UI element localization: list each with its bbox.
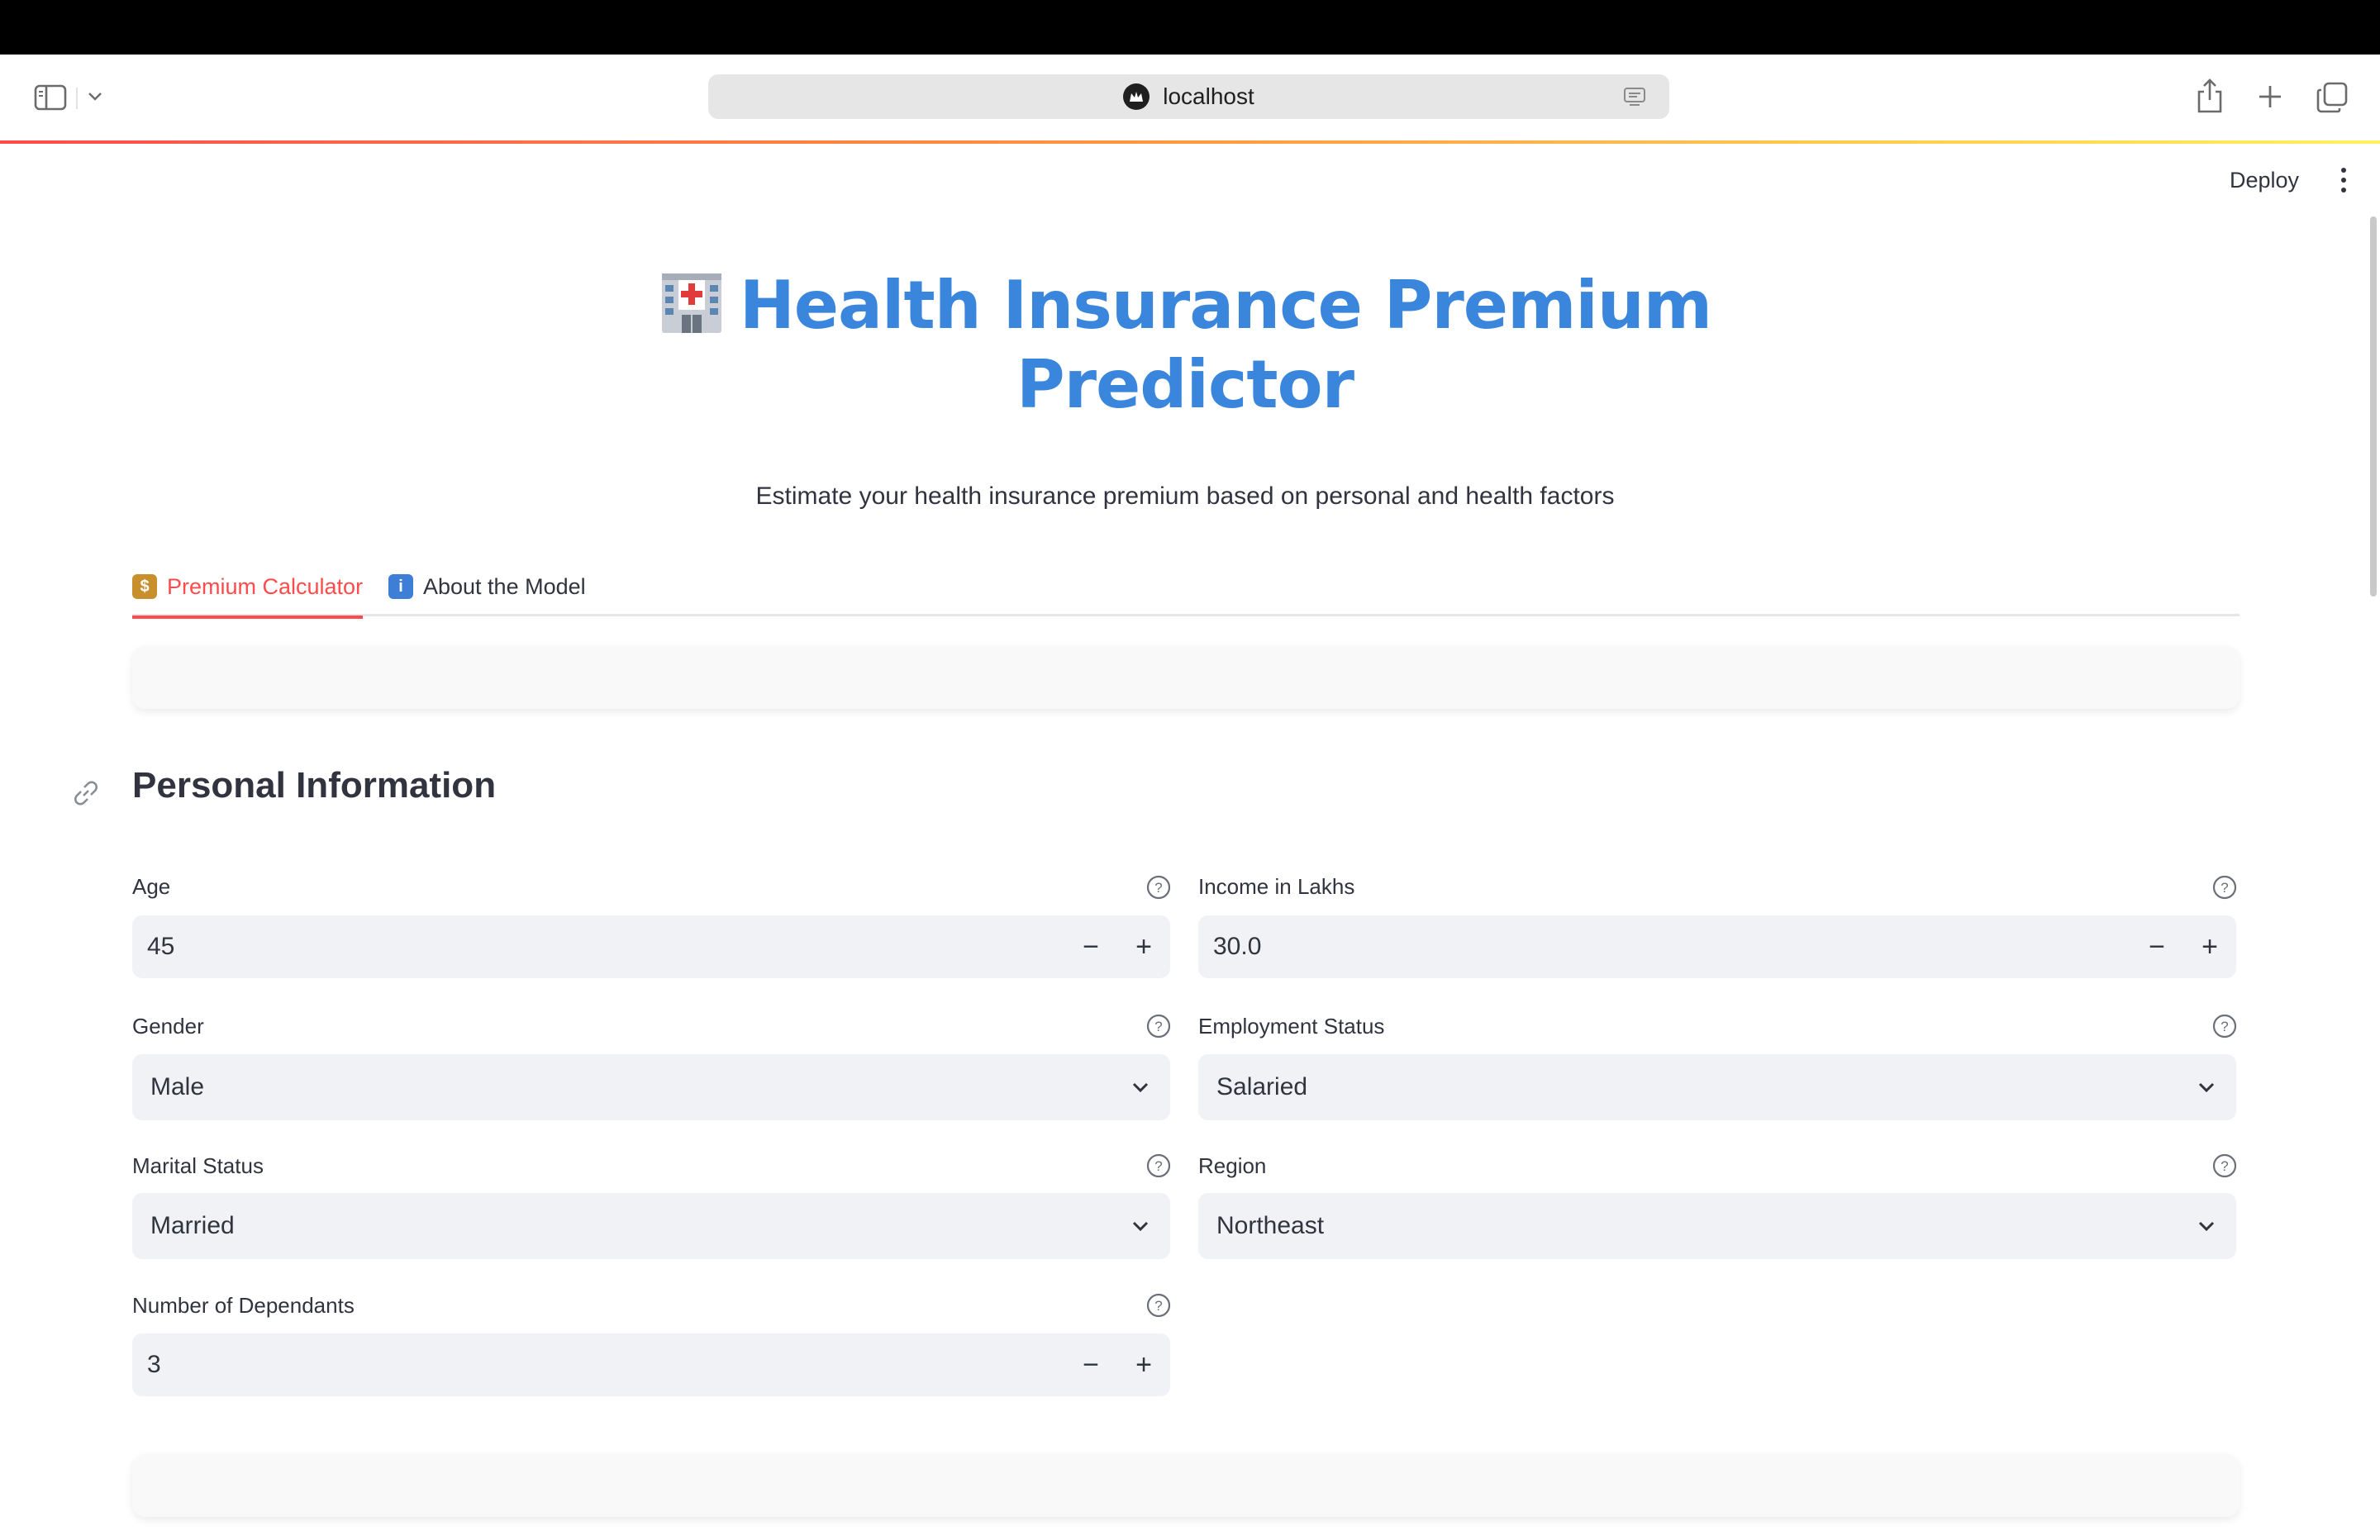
dependants-number-input[interactable]: 3 − + [132, 1333, 1170, 1396]
dependants-increment-button[interactable]: + [1117, 1333, 1170, 1396]
svg-text:?: ? [1154, 880, 1162, 896]
page-title: Health Insurance Premium Predictor [496, 266, 1874, 425]
income-value[interactable]: 30.0 [1198, 933, 2130, 961]
main-menu-icon[interactable] [2330, 164, 2357, 197]
tab-label: Premium Calculator [167, 573, 364, 599]
svg-text:?: ? [1154, 1298, 1162, 1314]
employment-select[interactable]: Salaried [1198, 1054, 2236, 1120]
address-bar[interactable]: localhost [708, 74, 1669, 119]
help-icon[interactable]: ? [1145, 1013, 1172, 1039]
dependants-value[interactable]: 3 [132, 1351, 1064, 1379]
chevron-down-icon [2198, 1082, 2215, 1093]
marital-select[interactable]: Married [132, 1193, 1170, 1259]
container-card [132, 646, 2240, 709]
region-label: Region [1198, 1153, 1267, 1178]
income-decrement-button[interactable]: − [2130, 915, 2183, 978]
gender-selected-value: Male [150, 1073, 205, 1100]
help-icon[interactable]: ? [1145, 874, 1172, 901]
anchor-link-icon[interactable] [69, 777, 102, 810]
info-icon: i [388, 574, 413, 599]
sidebar-toggle-icon[interactable] [33, 83, 68, 112]
window-top-bar [0, 0, 2380, 55]
help-icon[interactable]: ? [2211, 874, 2238, 901]
help-icon[interactable]: ? [2211, 1153, 2238, 1179]
svg-text:?: ? [1154, 1019, 1162, 1034]
site-favicon-icon [1123, 83, 1150, 110]
hospital-icon [661, 273, 721, 333]
url-text: localhost [1163, 83, 1254, 109]
dependants-decrement-button[interactable]: − [1064, 1333, 1117, 1396]
help-icon[interactable]: ? [1145, 1292, 1172, 1319]
tab-label: About the Model [423, 573, 586, 599]
employment-label: Employment Status [1198, 1014, 1385, 1039]
age-decrement-button[interactable]: − [1064, 915, 1117, 978]
gender-label: Gender [132, 1014, 204, 1039]
tab-overview-icon[interactable] [2316, 81, 2349, 114]
reader-mode-icon[interactable] [1623, 87, 1646, 107]
marital-label: Marital Status [132, 1153, 264, 1178]
money-bag-icon: $ [132, 574, 157, 599]
income-label: Income in Lakhs [1198, 874, 1355, 899]
page-subtitle: Estimate your health insurance premium b… [755, 482, 1615, 510]
section-heading-personal-information: Personal Information [132, 765, 497, 806]
new-tab-plus-icon[interactable] [2254, 81, 2286, 112]
gender-select[interactable]: Male [132, 1054, 1170, 1120]
svg-text:?: ? [2221, 1158, 2228, 1174]
deploy-button[interactable]: Deploy [2215, 162, 2314, 198]
income-number-input[interactable]: 30.0 − + [1198, 915, 2236, 978]
container-card [132, 1454, 2240, 1517]
svg-text:?: ? [1154, 1158, 1162, 1174]
help-icon[interactable]: ? [1145, 1153, 1172, 1179]
chevron-down-icon [1132, 1221, 1149, 1232]
employment-selected-value: Salaried [1216, 1073, 1308, 1100]
page-scrollbar[interactable] [2370, 216, 2377, 597]
toolbar-divider [76, 88, 78, 109]
tab-about-the-model[interactable]: i About the Model [388, 557, 586, 616]
age-value[interactable]: 45 [132, 933, 1064, 961]
chevron-down-icon[interactable] [86, 88, 104, 106]
region-selected-value: Northeast [1216, 1212, 1325, 1239]
income-increment-button[interactable]: + [2183, 915, 2236, 978]
app-loading-gradient-bar [0, 140, 2380, 144]
age-label: Age [132, 874, 171, 899]
svg-text:?: ? [2221, 880, 2228, 896]
dependants-label: Number of Dependants [132, 1293, 355, 1318]
svg-text:?: ? [2221, 1019, 2228, 1034]
chevron-down-icon [2198, 1221, 2215, 1232]
tab-premium-calculator[interactable]: $ Premium Calculator [132, 557, 364, 619]
page-title-text: Health Insurance Premium Predictor [739, 267, 1712, 423]
tab-bar: $ Premium Calculator i About the Model [132, 557, 2240, 619]
chevron-down-icon [1132, 1082, 1149, 1093]
region-select[interactable]: Northeast [1198, 1193, 2236, 1259]
help-icon[interactable]: ? [2211, 1013, 2238, 1039]
marital-selected-value: Married [150, 1212, 235, 1239]
share-icon[interactable] [2195, 78, 2225, 114]
browser-toolbar: localhost [0, 55, 2380, 142]
age-increment-button[interactable]: + [1117, 915, 1170, 978]
age-number-input[interactable]: 45 − + [132, 915, 1170, 978]
